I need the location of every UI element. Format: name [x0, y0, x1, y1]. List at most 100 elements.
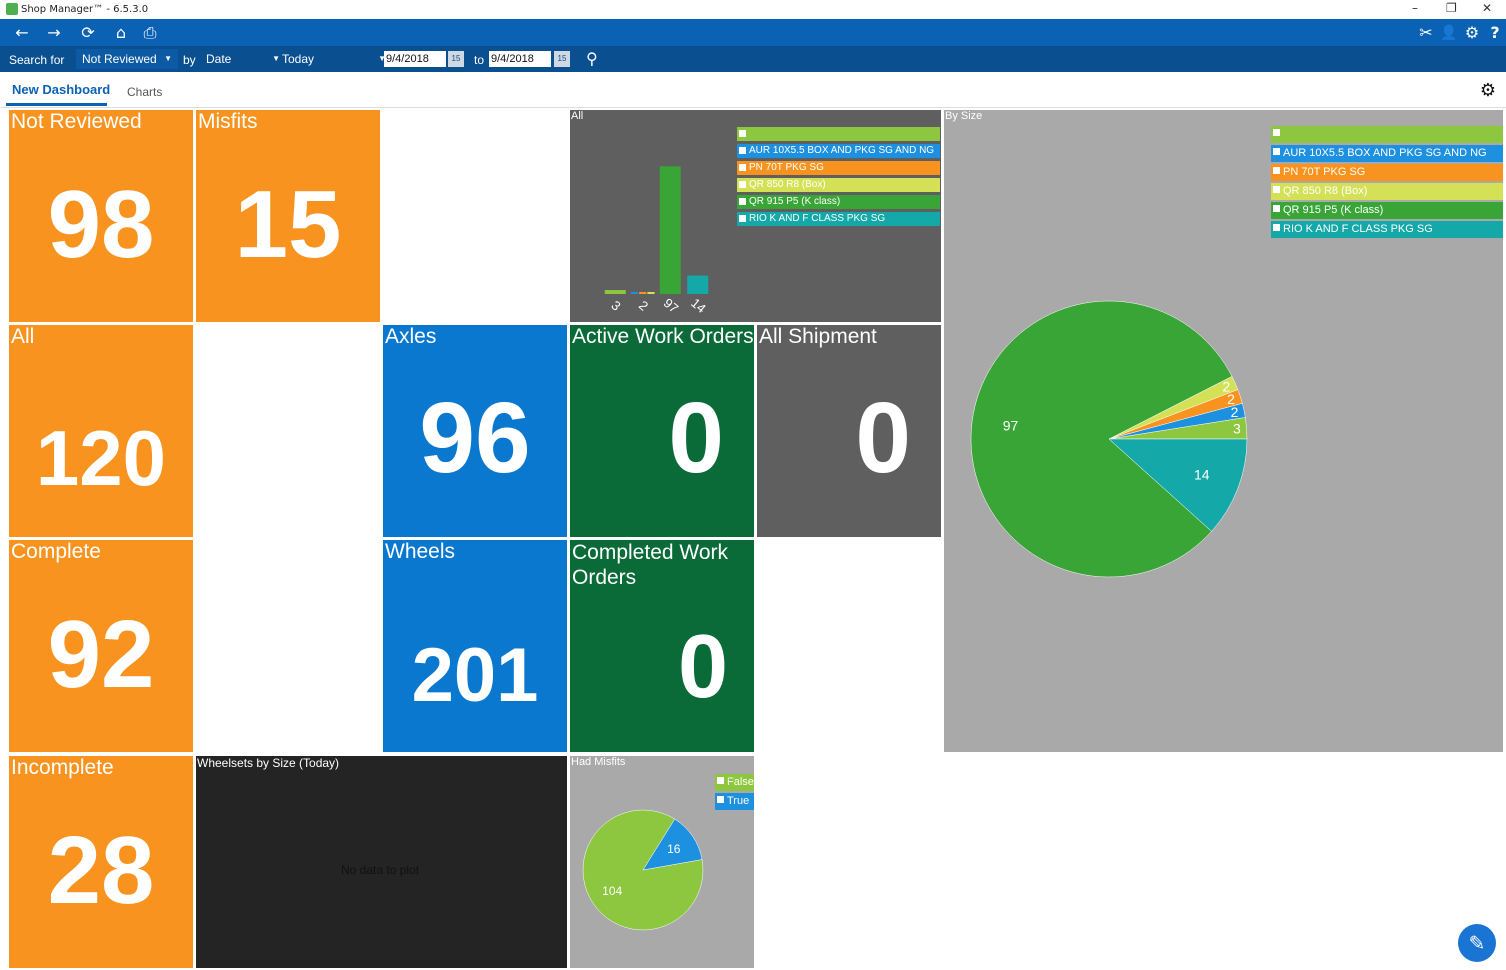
- forward-icon[interactable]: →: [43, 22, 65, 44]
- x-tick-label: 97: [661, 295, 682, 316]
- legend-swatch: [717, 777, 724, 784]
- tile-value: 0: [855, 382, 911, 494]
- tile-label: Incomplete: [11, 756, 114, 779]
- bar[interactable]: [604, 290, 626, 294]
- tile-label: Axles: [385, 325, 437, 348]
- legend-swatch: [739, 181, 746, 188]
- tile-active-work-orders[interactable]: Active Work Orders 0: [570, 325, 754, 537]
- bar[interactable]: [647, 292, 655, 294]
- tile-value: 15: [234, 171, 342, 278]
- legend-item[interactable]: [737, 127, 940, 141]
- legend-item[interactable]: [1271, 126, 1503, 143]
- search-icon[interactable]: ⚲: [586, 49, 598, 69]
- legend-item[interactable]: QR 915 P5 (K class): [1271, 202, 1503, 219]
- chart-title: Wheelsets by Size (Today): [197, 756, 340, 770]
- legend-swatch: [1273, 167, 1280, 174]
- minimize-button[interactable]: –: [1412, 1, 1418, 15]
- legend-item[interactable]: QR 850 R8 (Box): [1271, 183, 1503, 200]
- legend-label: AUR 10X5.5 BOX AND PKG SG AND NG: [749, 145, 935, 156]
- legend-item[interactable]: AUR 10X5.5 BOX AND PKG SG AND NG: [1271, 145, 1503, 162]
- legend-swatch: [739, 164, 746, 171]
- by-value: Date: [206, 52, 232, 66]
- tab-charts[interactable]: Charts: [127, 85, 162, 99]
- tile-complete[interactable]: Complete 92: [9, 540, 193, 752]
- date-to-field[interactable]: 9/4/2018: [489, 51, 551, 67]
- home-icon[interactable]: ⌂: [110, 22, 132, 44]
- tab-new-dashboard[interactable]: New Dashboard: [12, 82, 110, 97]
- legend-label: PN 70T PKG SG: [1283, 166, 1366, 178]
- tile-incomplete[interactable]: Incomplete 28: [9, 756, 193, 968]
- slice-label: 14: [1194, 466, 1210, 482]
- tile-all[interactable]: All 120: [9, 325, 193, 537]
- tools-icon[interactable]: ✂: [1415, 22, 1437, 44]
- legend-swatch: [1273, 129, 1280, 136]
- legend-swatch: [739, 198, 746, 205]
- calendar-icon[interactable]: 15: [554, 51, 570, 67]
- tab-bar: New Dashboard Charts ⚙: [0, 72, 1506, 108]
- date-from-field[interactable]: 9/4/2018: [384, 51, 446, 67]
- tile-value: 96: [419, 382, 531, 494]
- tile-completed-work-orders[interactable]: Completed Work Orders 0: [570, 540, 754, 752]
- range-value: Today: [282, 52, 315, 66]
- restore-button[interactable]: ❐: [1446, 1, 1457, 15]
- tile-axles[interactable]: Axles 96: [383, 325, 567, 537]
- legend-label: PN 70T PKG SG: [749, 162, 824, 173]
- active-tab-indicator: [6, 103, 107, 106]
- legend-label: False: [727, 776, 754, 788]
- legend-item[interactable]: True: [715, 793, 754, 810]
- legend-item[interactable]: PN 70T PKG SG: [1271, 164, 1503, 181]
- legend-label: RIO K AND F CLASS PKG SG: [749, 213, 886, 224]
- help-icon[interactable]: ?: [1484, 22, 1506, 44]
- edit-button[interactable]: ✎: [1458, 924, 1496, 962]
- tile-label: Completed Work Orders: [572, 541, 729, 589]
- tile-value: 0: [668, 382, 724, 494]
- tile-misfits[interactable]: Misfits 15: [196, 110, 380, 322]
- chart-by-size-panel[interactable]: By Size 3 2 2 2 97 14 AUR 10X5.5 BOX AND PKG …: [944, 110, 1503, 752]
- legend-item[interactable]: RIO K AND F CLASS PKG SG: [1271, 221, 1503, 238]
- legend-swatch: [1273, 186, 1280, 193]
- user-icon[interactable]: 👤: [1438, 22, 1460, 44]
- refresh-icon[interactable]: ⟳: [77, 22, 99, 44]
- close-button[interactable]: ✕: [1482, 1, 1492, 15]
- filter-value: Not Reviewed: [82, 52, 157, 66]
- legend-label: QR 915 P5 (K class): [749, 196, 841, 207]
- filter-select[interactable]: Not Reviewed ▼: [76, 49, 178, 69]
- legend-swatch: [1273, 148, 1280, 155]
- tile-value: 98: [47, 171, 155, 278]
- bar[interactable]: [630, 292, 639, 294]
- chart-had-misfits-panel[interactable]: Had Misfits 104 16 False True: [570, 756, 754, 968]
- legend-item[interactable]: RIO K AND F CLASS PKG SG: [737, 212, 940, 226]
- legend-item[interactable]: PN 70T PKG SG: [737, 161, 940, 175]
- calendar-icon[interactable]: 15: [448, 51, 464, 67]
- gear-icon[interactable]: ⚙: [1480, 80, 1496, 101]
- chevron-down-icon: ▼: [164, 54, 172, 63]
- bar[interactable]: [639, 292, 647, 294]
- print-icon[interactable]: ⎙: [139, 22, 161, 44]
- legend-label: True: [727, 795, 750, 807]
- legend-label: QR 850 R8 (Box): [1283, 185, 1368, 197]
- chart-all-panel[interactable]: All 14 3 2 97 AUR 10X5.5 BOX AND PKG SG AND…: [570, 110, 941, 322]
- tile-value: 92: [47, 601, 155, 708]
- back-icon[interactable]: ←: [11, 22, 33, 44]
- legend-item[interactable]: False: [715, 774, 754, 791]
- chart-wheelsets-by-size-panel[interactable]: Wheelsets by Size (Today) No data to plo…: [196, 756, 567, 968]
- legend-item[interactable]: QR 850 R8 (Box): [737, 178, 940, 192]
- settings-icon[interactable]: ⚙: [1461, 22, 1483, 44]
- tile-wheels[interactable]: Wheels 201: [383, 540, 567, 752]
- slice-label: 104: [602, 884, 622, 898]
- slice-label: 3: [1233, 421, 1241, 437]
- x-tick-label: 3: [608, 298, 623, 314]
- x-tick-label: 2: [636, 298, 651, 314]
- bar[interactable]: [687, 275, 709, 294]
- tile-label: Wheels: [385, 540, 456, 563]
- tile-not-reviewed[interactable]: Not Reviewed 98: [9, 110, 193, 322]
- legend-item[interactable]: AUR 10X5.5 BOX AND PKG SG AND NG: [737, 144, 940, 158]
- tile-value: 120: [35, 414, 167, 502]
- tile-value: 28: [47, 817, 155, 924]
- legend-swatch: [1273, 224, 1280, 231]
- range-select[interactable]: Today ▼: [276, 49, 386, 69]
- bar[interactable]: [659, 166, 681, 294]
- tile-all-shipment[interactable]: All Shipment 0: [757, 325, 941, 537]
- by-select[interactable]: Date ▼: [200, 49, 280, 69]
- legend-item[interactable]: QR 915 P5 (K class): [737, 195, 940, 209]
